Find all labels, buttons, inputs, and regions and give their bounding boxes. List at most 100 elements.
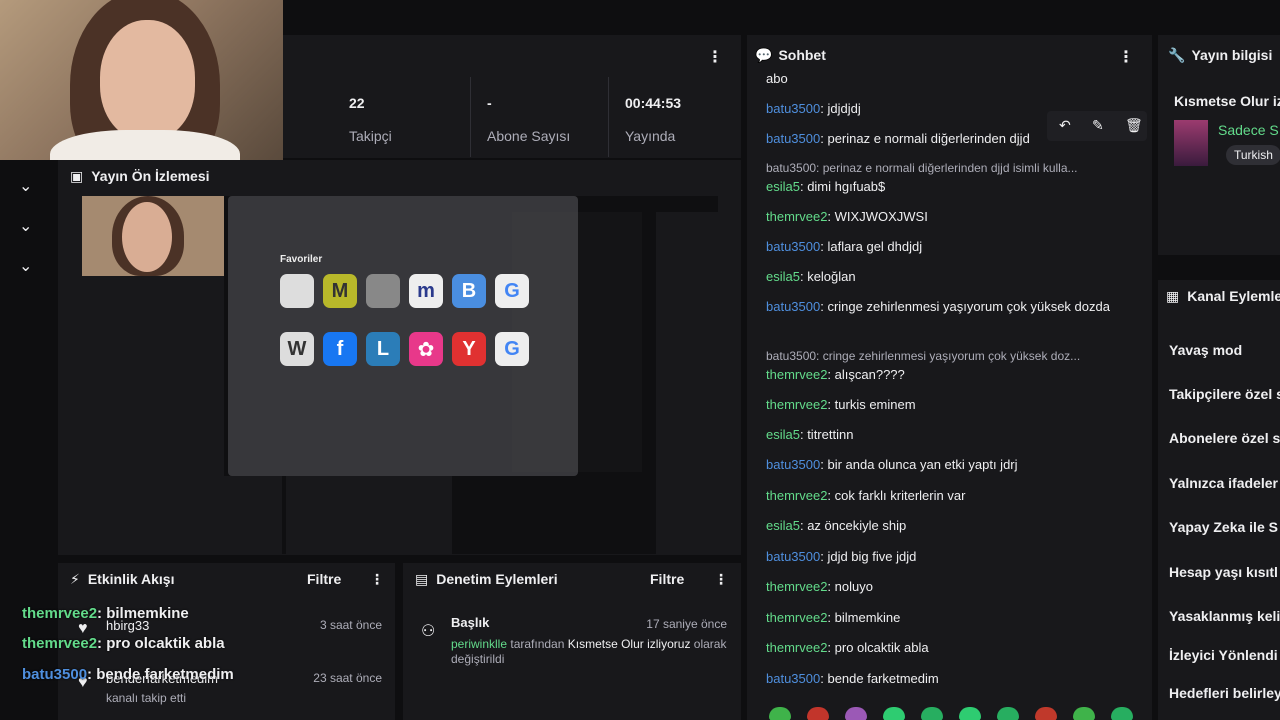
chat-text: : titrettinn [799,427,854,442]
apple-icon [280,274,314,308]
emote-icon[interactable] [997,707,1019,720]
yandex-icon: Y [452,332,486,366]
chat-username[interactable]: themrvee2 [766,367,827,382]
channel-action-item[interactable]: İzleyici Yönlendi [1169,647,1278,663]
emote-icon[interactable] [807,707,829,720]
chat-username[interactable]: themrvee2 [766,640,827,655]
chat-message[interactable]: themrvee2: pro olcaktik abla [766,638,1136,658]
chat-text: : keloğlan [799,269,856,284]
pin-icon[interactable]: ✎ [1092,117,1104,134]
chat-username[interactable]: batu3500 [766,101,820,116]
chat-username[interactable]: themrvee2 [766,397,827,412]
message-hover-tools: ↶ ✎ 🗑 [1047,111,1147,141]
emote-icon[interactable] [959,707,981,720]
preview-title: ▣ Yayın Ön İzlemesi [70,168,210,184]
chat-text: : jdjd big five jdjd [820,549,917,564]
mini-webcam [82,196,224,276]
chat-text: : perinaz e normali diğerlerinden djjd [820,131,1030,146]
chat-message[interactable]: themrvee2: noluyo [766,577,1136,597]
chat-username[interactable]: esila5 [766,518,800,533]
chat-text: : bilmemkine [827,610,901,625]
linkedin-icon: L [366,332,400,366]
reply-icon[interactable]: ↶ [1059,117,1071,134]
category-name[interactable]: Sadece S [1218,122,1279,138]
emote-icon[interactable] [1073,707,1095,720]
chat-message[interactable]: batu3500: jdjd big five jdjd [766,547,1136,567]
channel-action-item[interactable]: Abonelere özel s [1169,430,1280,446]
chat-message[interactable]: themrvee2: bilmemkine [766,608,1136,628]
chat-reply-preview: batu3500: perinaz e normali diğerlerinde… [766,161,1078,175]
emote-icon[interactable] [883,707,905,720]
mod-menu-icon[interactable]: ⋮ [714,571,728,588]
feed-item-time: 23 saat önce [313,671,382,685]
chat-username[interactable]: batu3500 [766,549,820,564]
chat-username[interactable]: esila5 [766,269,800,284]
chat-username[interactable]: batu3500 [766,457,820,472]
trash-icon[interactable]: 🗑 [1125,117,1143,134]
chat-username[interactable]: themrvee2 [766,488,827,503]
channel-action-item[interactable]: Yavaş mod [1169,342,1242,358]
chat-text: : bir anda olunca yan etki yaptı jdrj [820,457,1018,472]
chat-message[interactable]: themrvee2: alışcan???? [766,365,1136,385]
chat-message[interactable]: batu3500: bir anda olunca yan etki yaptı… [766,455,1136,475]
facebook-icon: f [323,332,357,366]
wrench-icon: 🔧 [1168,47,1186,63]
stat-subscribers: - Abone Sayısı [470,77,570,157]
channel-action-item[interactable]: Hesap yaşı kısıtl [1169,564,1278,580]
emote-icon[interactable] [845,707,867,720]
mod-filter-button[interactable]: Filtre [650,571,684,587]
chat-message[interactable]: esila5: keloğlan [766,267,1136,287]
stats-menu-icon[interactable]: ⋮ [707,47,723,67]
category-thumbnail[interactable] [1174,120,1208,166]
chat-username[interactable]: themrvee2 [766,610,827,625]
chat-message[interactable]: esila5: titrettinn [766,425,1136,445]
stat-followers: 22 Takipçi [349,95,392,144]
chat-menu-icon[interactable]: ⋮ [1118,47,1134,67]
chat-message[interactable]: batu3500: laflara gel dhdjdj [766,237,1136,257]
channel-action-item[interactable]: Yapay Zeka ile S [1169,519,1278,535]
chevron-down-icon[interactable]: ⌄ [19,256,35,275]
chat-message[interactable]: themrvee2: cok farklı kriterlerin var [766,486,1136,506]
actions-title: ▦ Kanal Eylemle [1166,288,1280,304]
language-tag[interactable]: Turkish [1226,145,1280,165]
chat-text: : bende farketmedim [820,671,939,686]
emote-icon[interactable] [921,707,943,720]
chat-message[interactable]: batu3500: bende farketmedim [766,669,1136,689]
chevron-down-icon[interactable]: ⌄ [19,176,35,195]
chat-username[interactable]: esila5 [766,427,800,442]
chat-username[interactable]: batu3500 [766,299,820,314]
mod-description: periwinklle tarafından Kısmetse Olur izl… [451,637,727,666]
chat-username[interactable]: esila5 [766,179,800,194]
chat-username[interactable]: themrvee2 [766,209,827,224]
lightning-icon: ⚡ [70,571,80,587]
chat-username[interactable]: batu3500 [766,239,820,254]
channel-action-item[interactable]: Yalnızca ifadeler [1169,475,1278,491]
chat-message[interactable]: batu3500: cringe zehirlenmesi yaşıyorum … [766,297,1136,317]
emote-icon[interactable] [769,707,791,720]
chat-message[interactable]: esila5: az öncekiyle ship [766,516,1136,536]
chevron-down-icon[interactable]: ⌄ [19,216,35,235]
emote-icon[interactable] [1111,707,1133,720]
chat-message[interactable]: esila5: dimi hgıfuab$ [766,177,1136,197]
preview-video[interactable]: Favoriler M m B G W f L ✿ Y G [82,196,718,554]
chat-message[interactable]: themrvee2: turkis eminem [766,395,1136,415]
emote-icon[interactable] [1035,707,1057,720]
feed-menu-icon[interactable]: ⋮ [370,571,384,588]
overlay-chat-line: batu3500: bende farketmedim [22,666,234,683]
flower-icon: ✿ [409,332,443,366]
chat-text: : noluyo [827,579,873,594]
sliders-icon: ▦ [1166,288,1180,304]
b-icon: B [452,274,486,308]
chat-username[interactable]: batu3500 [766,131,820,146]
channel-action-item[interactable]: Hedefleri belirley [1169,685,1280,701]
channel-action-item[interactable]: Yasaklanmış keli [1169,608,1280,624]
chat-username[interactable]: themrvee2 [766,579,827,594]
stat-uptime: 00:44:53 Yayında [608,77,681,157]
feed-filter-button[interactable]: Filtre [307,571,341,587]
channel-action-item[interactable]: Takipçilere özel s [1169,386,1280,402]
chat-username[interactable]: batu3500 [766,671,820,686]
chat-message[interactable]: themrvee2: WIXJWOXJWSI [766,207,1136,227]
chat-text: : az öncekiyle ship [799,518,907,533]
chat-reply-preview: batu3500: cringe zehirlenmesi yaşıyorum … [766,349,1081,363]
chat-text: : jdjdjdj [820,101,861,116]
